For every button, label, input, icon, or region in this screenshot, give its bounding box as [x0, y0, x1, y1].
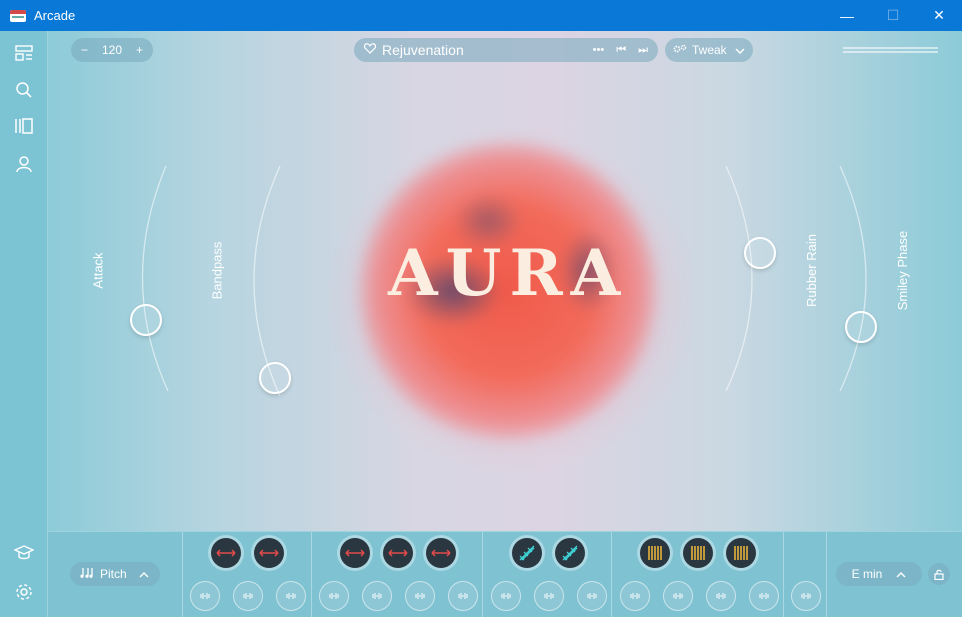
pad-divider — [311, 532, 312, 617]
waveform-pad[interactable] — [620, 581, 650, 611]
layout-icon[interactable] — [14, 43, 34, 63]
waveform-pad[interactable] — [706, 581, 736, 611]
user-icon[interactable] — [14, 154, 34, 174]
stretch-pad[interactable] — [254, 538, 284, 568]
pad-divider — [482, 532, 483, 617]
waveform-pad[interactable] — [791, 581, 821, 611]
pad-divider — [826, 532, 827, 617]
bars-pad[interactable] — [683, 538, 713, 568]
app-icon — [10, 9, 26, 22]
key-selector[interactable]: E min — [836, 562, 922, 586]
settings-icon[interactable] — [14, 582, 34, 602]
preset-selector[interactable]: Rejuvenation ••• ⏮ ⏭ — [354, 38, 658, 62]
pitch-selector[interactable]: Pitch — [70, 562, 160, 586]
helix-pad[interactable] — [555, 538, 585, 568]
rubber-rain-knob[interactable] — [744, 237, 776, 269]
waveform-pad[interactable] — [448, 581, 478, 611]
chevron-up-icon — [139, 567, 149, 581]
helix-pad[interactable] — [512, 538, 542, 568]
waveform-pad[interactable] — [577, 581, 607, 611]
bandpass-knob[interactable] — [259, 362, 291, 394]
search-icon[interactable] — [14, 80, 34, 100]
pad-divider — [611, 532, 612, 617]
bandpass-label: Bandpass — [209, 241, 225, 300]
previous-preset-icon[interactable]: ⏮ — [616, 44, 626, 57]
notes-icon — [80, 567, 94, 581]
tempo-increase-button[interactable]: + — [136, 43, 143, 57]
waveform-pad[interactable] — [276, 581, 306, 611]
attack-knob[interactable] — [130, 304, 162, 336]
chevron-up-icon — [896, 567, 906, 581]
waveform-pad[interactable] — [749, 581, 779, 611]
pad-divider — [182, 532, 183, 617]
waveform-pad[interactable] — [405, 581, 435, 611]
stretch-pad[interactable] — [426, 538, 456, 568]
gears-icon — [673, 43, 687, 57]
tweak-button[interactable]: Tweak — [665, 38, 753, 62]
bottom-bar: Pitch E min — [48, 531, 962, 617]
attack-label: Attack — [90, 252, 106, 289]
rubber-rain-label: Rubber Rain — [804, 234, 819, 307]
minimize-button[interactable]: — — [824, 0, 870, 31]
chevron-down-icon — [735, 43, 745, 57]
more-icon[interactable]: ••• — [593, 44, 605, 56]
title-bar: Arcade — ☐ ✕ — [0, 0, 962, 31]
tempo-control: − 120 + — [71, 38, 153, 62]
waveform-pad[interactable] — [233, 581, 263, 611]
tweak-label: Tweak — [692, 43, 727, 57]
smiley-phase-label: Smiley Phase — [895, 230, 911, 311]
waveform-pad[interactable] — [362, 581, 392, 611]
heart-icon[interactable] — [363, 43, 377, 57]
next-preset-icon[interactable]: ⏭ — [638, 44, 648, 57]
stretch-pad[interactable] — [383, 538, 413, 568]
window-title: Arcade — [34, 8, 76, 23]
bars-pad[interactable] — [726, 538, 756, 568]
library-icon[interactable] — [14, 116, 34, 136]
smiley-phase-knob[interactable] — [845, 311, 877, 343]
preset-name: Rejuvenation — [382, 42, 464, 58]
tempo-value[interactable]: 120 — [102, 43, 122, 57]
waveform-pad[interactable] — [663, 581, 693, 611]
key-label: E min — [851, 567, 883, 581]
pitch-label: Pitch — [100, 567, 127, 581]
close-button[interactable]: ✕ — [916, 0, 962, 31]
maximize-button[interactable]: ☐ — [870, 0, 916, 31]
tempo-decrease-button[interactable]: − — [81, 43, 88, 57]
instrument-stage: AURA − 120 + Rejuvenation ••• ⏮ ⏭ Tweak … — [48, 31, 962, 531]
lock-icon[interactable] — [928, 563, 950, 585]
stretch-pad[interactable] — [211, 538, 241, 568]
output-meter — [843, 47, 938, 54]
waveform-pad[interactable] — [491, 581, 521, 611]
waveform-pad[interactable] — [534, 581, 564, 611]
window-controls: — ☐ ✕ — [824, 0, 962, 31]
pad-divider — [783, 532, 784, 617]
waveform-pad[interactable] — [190, 581, 220, 611]
stretch-pad[interactable] — [340, 538, 370, 568]
waveform-pad[interactable] — [319, 581, 349, 611]
learn-icon[interactable] — [14, 543, 34, 563]
knob-arcs — [141, 165, 867, 397]
sidebar — [0, 31, 48, 617]
bars-pad[interactable] — [640, 538, 670, 568]
